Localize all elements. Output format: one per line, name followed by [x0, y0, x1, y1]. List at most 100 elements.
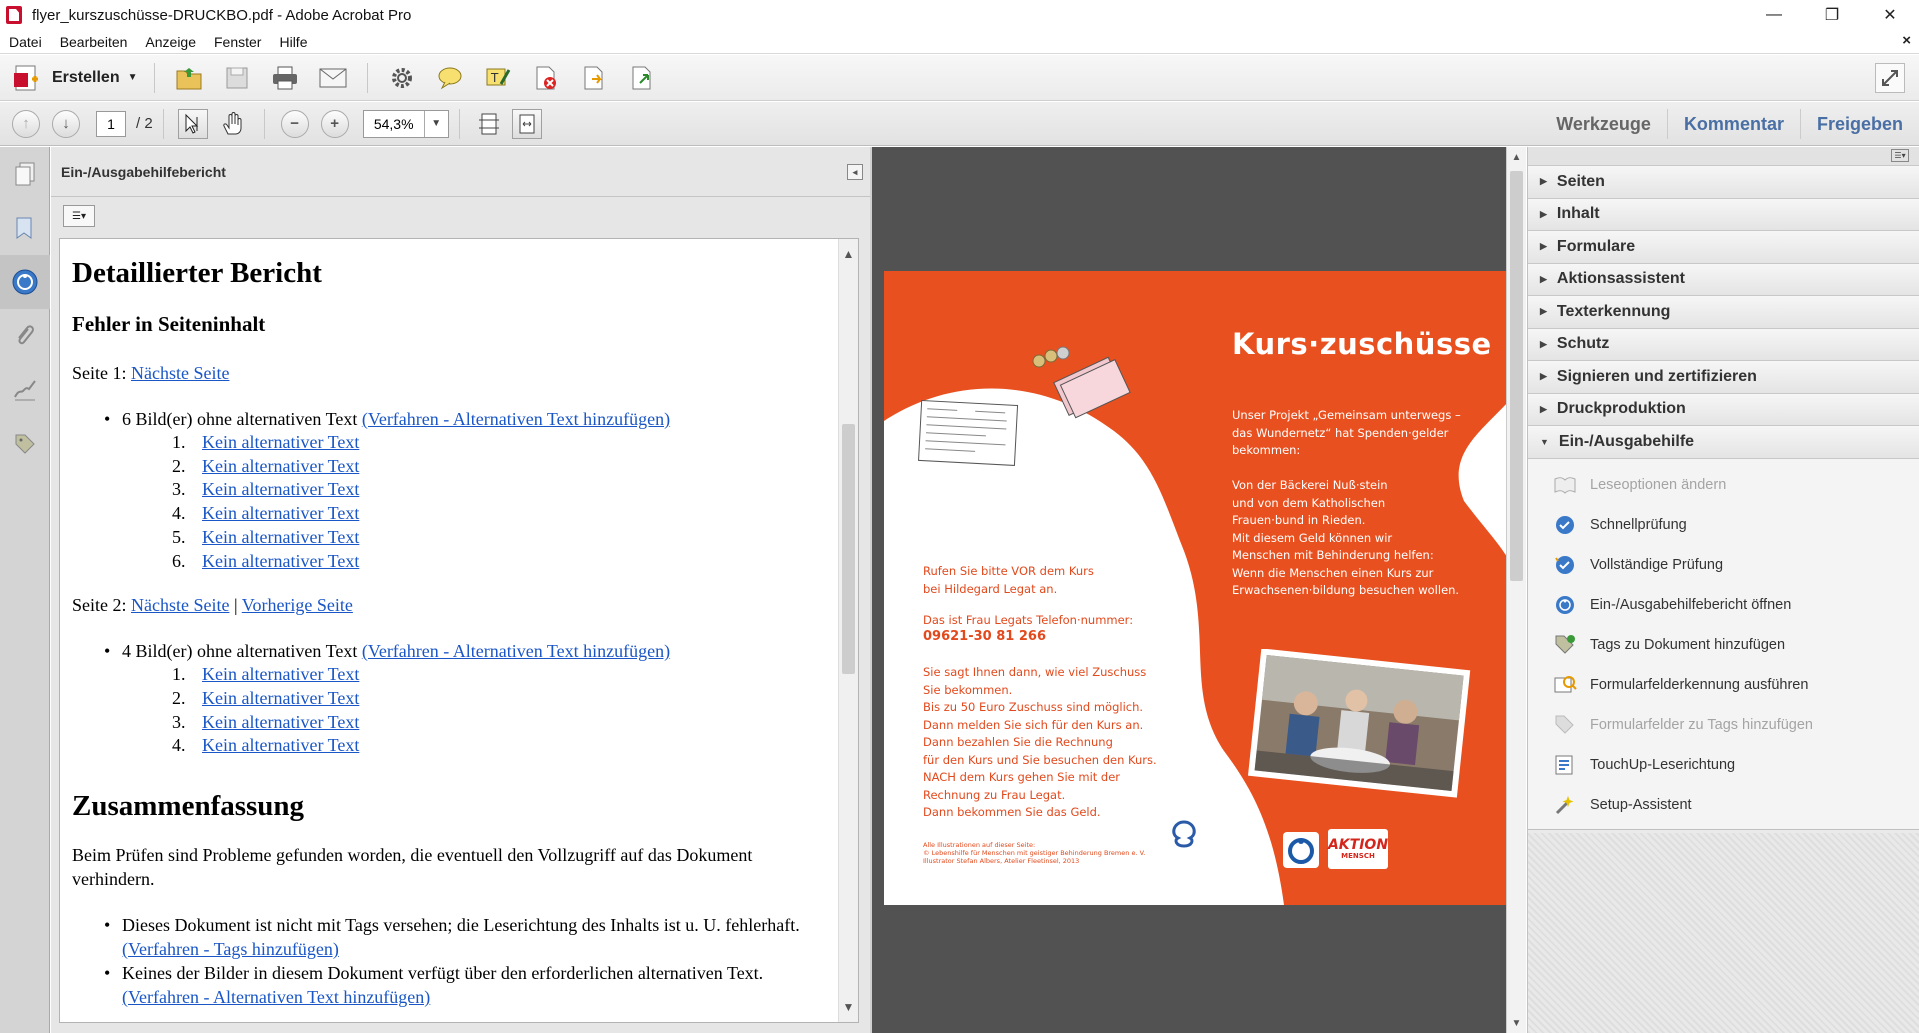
tool-setup-assistent[interactable]: Setup-Assistent — [1528, 785, 1919, 825]
panel-menu-icon[interactable]: ☰▾ — [1891, 149, 1909, 162]
gear-icon[interactable] — [387, 63, 417, 93]
close-window-button[interactable]: ✕ — [1861, 0, 1919, 30]
zoom-select[interactable]: ▼ — [362, 109, 449, 138]
section-signieren[interactable]: ▶ Signieren und zertifizieren — [1528, 361, 1919, 394]
select-tool-button[interactable] — [177, 108, 208, 139]
save-icon[interactable] — [222, 63, 252, 93]
open-folder-icon[interactable] — [174, 63, 204, 93]
flyer-intro-text: Unser Projekt „Gemeinsam unterwegs – das … — [1232, 408, 1461, 597]
tag-icon — [15, 434, 35, 454]
list-item: 1. Kein alternativer Text — [172, 431, 808, 455]
highlight-icon[interactable]: T — [483, 63, 513, 93]
no-alt-text-link[interactable]: Kein alternativer Text — [202, 455, 359, 479]
list-item: 4. Kein alternativer Text — [172, 734, 808, 758]
procedure-alt-text-link[interactable]: (Verfahren - Alternativen Text hinzufüge… — [362, 641, 670, 661]
scroll-up-icon[interactable]: ▲ — [839, 239, 858, 269]
scrollbar-thumb[interactable] — [842, 424, 855, 674]
previous-page-button[interactable]: ↑ — [12, 109, 40, 138]
tab-werkzeuge[interactable]: Werkzeuge — [1540, 109, 1667, 139]
page-thumbnails-button[interactable] — [0, 147, 50, 201]
bookmarks-button[interactable] — [0, 201, 50, 255]
section-inhalt[interactable]: ▶ Inhalt — [1528, 198, 1919, 231]
section-formulare[interactable]: ▶ Formulare — [1528, 231, 1919, 264]
menu-fenster[interactable]: Fenster — [205, 34, 270, 50]
no-alt-text-link[interactable]: Kein alternativer Text — [202, 502, 359, 526]
document-scrollbar[interactable]: ▲ ▼ — [1506, 147, 1526, 1033]
summary-item-text: Keines der Bilder in diesem Dokument ver… — [122, 963, 764, 984]
close-document-button[interactable]: × — [1902, 32, 1911, 49]
svg-text:T: T — [490, 71, 499, 85]
tool-formularfelderkennung[interactable]: Formularfelderkennung ausführen — [1528, 665, 1919, 705]
next-page-button[interactable]: ↓ — [52, 109, 80, 138]
tool-touchup-leserichtung[interactable]: TouchUp-Leserichtung — [1528, 745, 1919, 785]
scroll-down-icon[interactable]: ▼ — [1507, 1013, 1526, 1033]
export-icon[interactable] — [579, 63, 609, 93]
menu-hilfe[interactable]: Hilfe — [270, 34, 316, 50]
no-alt-text-link[interactable]: Kein alternativer Text — [202, 478, 359, 502]
procedure-alt-text-link[interactable]: (Verfahren - Alternativen Text hinzufüge… — [362, 409, 670, 429]
section-texterkennung[interactable]: ▶ Texterkennung — [1528, 296, 1919, 329]
hand-tool-icon[interactable] — [218, 109, 248, 139]
toolbar-divider — [162, 108, 164, 139]
previous-page-link[interactable]: Vorherige Seite — [242, 595, 353, 615]
create-button[interactable]: Erstellen ▼ — [12, 63, 138, 93]
next-page-link[interactable]: Nächste Seite — [131, 363, 229, 383]
zoom-in-button[interactable]: + — [320, 109, 349, 138]
section-druckproduktion[interactable]: ▶ Druckproduktion — [1528, 393, 1919, 426]
page-number-input[interactable] — [96, 110, 126, 137]
section-schutz[interactable]: ▶ Schutz — [1528, 328, 1919, 361]
acrobat-app-icon — [6, 6, 22, 24]
delete-page-icon[interactable] — [531, 63, 561, 93]
tag-add-icon — [1552, 632, 1578, 658]
signatures-button[interactable] — [0, 363, 50, 417]
no-alt-text-link[interactable]: Kein alternativer Text — [202, 431, 359, 455]
procedure-alt-text-link[interactable]: (Verfahren - Alternativen Text hinzufüge… — [122, 987, 430, 1007]
scroll-down-icon[interactable]: ▼ — [839, 992, 858, 1022]
tool-formularfelder-tags[interactable]: Formularfelder zu Tags hinzufügen — [1528, 705, 1919, 745]
import-icon[interactable] — [627, 63, 657, 93]
tool-schnellpruefung[interactable]: Schnellprüfung — [1528, 505, 1919, 545]
fullscreen-icon[interactable] — [1875, 63, 1905, 93]
comment-icon[interactable] — [435, 63, 465, 93]
maximize-button[interactable]: ❐ — [1803, 0, 1861, 30]
scroll-up-icon[interactable]: ▲ — [1507, 147, 1526, 167]
tab-kommentar[interactable]: Kommentar — [1666, 109, 1800, 139]
email-icon[interactable] — [318, 63, 348, 93]
section-seiten[interactable]: ▶ Seiten — [1528, 166, 1919, 199]
section-ein-ausgabehilfe[interactable]: ▼ Ein-/Ausgabehilfe — [1528, 426, 1919, 459]
minimize-button[interactable]: — — [1745, 0, 1803, 30]
no-alt-text-link[interactable]: Kein alternativer Text — [202, 663, 359, 687]
section-aktionsassistent[interactable]: ▶ Aktionsassistent — [1528, 263, 1919, 296]
menu-bearbeiten[interactable]: Bearbeiten — [51, 34, 137, 50]
tool-leseoptionen[interactable]: Leseoptionen ändern — [1528, 465, 1919, 505]
print-icon[interactable] — [270, 63, 300, 93]
no-alt-text-link[interactable]: Kein alternativer Text — [202, 734, 359, 758]
tool-bericht-oeffnen[interactable]: Ein-/Ausgabehilfebericht öffnen — [1528, 585, 1919, 625]
summary-item: Dieses Dokument ist nicht mit Tags verse… — [104, 913, 808, 961]
attachments-button[interactable] — [0, 309, 50, 363]
report-scrollbar[interactable]: ▲ ▼ — [838, 239, 858, 1022]
accessibility-report-button[interactable] — [0, 255, 50, 309]
procedure-tags-link[interactable]: (Verfahren - Tags hinzufügen) — [122, 939, 339, 959]
document-view[interactable]: Kurs·zuschüsse Unser Projekt „Gemeinsam … — [872, 147, 1526, 1033]
no-alt-text-link[interactable]: Kein alternativer Text — [202, 526, 359, 550]
zoom-out-button[interactable]: − — [280, 109, 309, 138]
menu-datei[interactable]: Datei — [0, 34, 51, 50]
list-item: 2. Kein alternativer Text — [172, 455, 808, 479]
tool-tags-hinzufuegen[interactable]: Tags zu Dokument hinzufügen — [1528, 625, 1919, 665]
no-alt-text-link[interactable]: Kein alternativer Text — [202, 711, 359, 735]
fit-width-button[interactable] — [511, 108, 542, 139]
options-menu-icon[interactable]: ☰▾ — [63, 205, 95, 227]
next-page-link[interactable]: Nächste Seite — [131, 595, 229, 615]
fit-page-icon[interactable] — [474, 109, 504, 139]
menu-anzeige[interactable]: Anzeige — [136, 34, 205, 50]
tool-vollstaendige-pruefung[interactable]: Vollständige Prüfung — [1528, 545, 1919, 585]
no-alt-text-link[interactable]: Kein alternativer Text — [202, 550, 359, 574]
no-alt-text-link[interactable]: Kein alternativer Text — [202, 687, 359, 711]
scrollbar-thumb[interactable] — [1510, 171, 1523, 581]
tags-button[interactable] — [0, 417, 50, 471]
tab-freigeben[interactable]: Freigeben — [1799, 109, 1919, 139]
chevron-down-icon[interactable]: ▼ — [423, 110, 448, 137]
collapse-panel-icon[interactable]: ◂ — [847, 164, 863, 180]
zoom-input[interactable] — [363, 110, 424, 137]
